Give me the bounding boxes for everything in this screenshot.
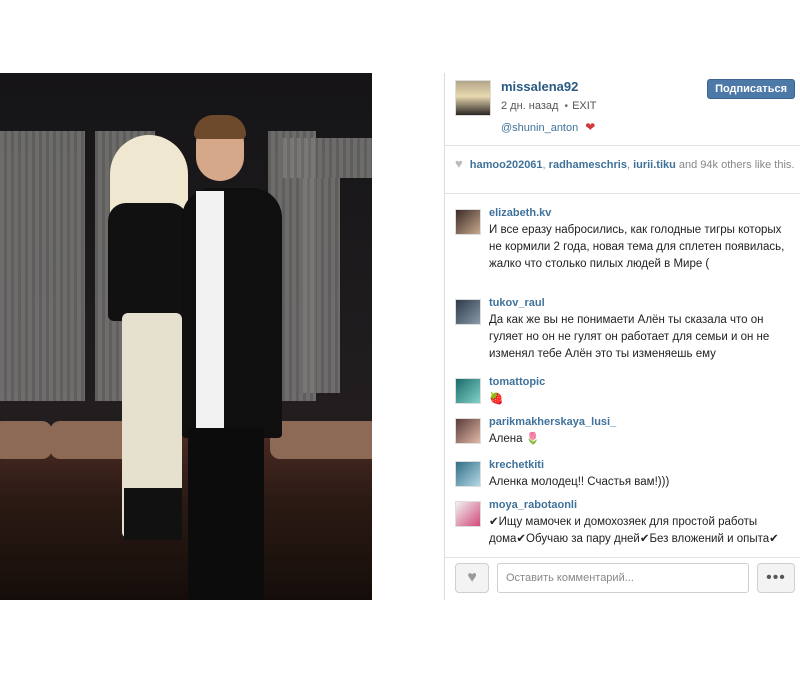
likes-heart-icon: ♥ — [455, 156, 463, 171]
commenter-avatar[interactable] — [455, 378, 481, 404]
commenter-avatar[interactable] — [455, 299, 481, 325]
commenter-username[interactable]: parikmakherskaya_lusi_ — [489, 416, 616, 428]
comment-text: Алена 🌷 — [489, 433, 541, 445]
likes-summary: ♥ hamoo202061, radhameschris, iurii.tiku… — [455, 157, 795, 172]
comment-text: ✔Ищу мамочек и домохозяек для простой ра… — [489, 516, 779, 545]
location-pin-icon: • — [564, 101, 569, 112]
comment-text: Да как же вы не понимаети Алён ты сказал… — [489, 314, 770, 360]
commenter-username[interactable]: moya_rabotaonli — [489, 499, 577, 511]
commenter-username[interactable]: elizabeth.kv — [489, 207, 551, 219]
commenter-username[interactable]: krechetkiti — [489, 459, 544, 471]
follow-button[interactable]: Подписаться — [707, 79, 795, 99]
comment-text: 🍓 — [489, 393, 504, 405]
exit-sign-letter — [0, 131, 85, 401]
like-button[interactable]: ♥ — [455, 563, 489, 593]
post-meta: 2 дн. назад • EXIT — [501, 100, 597, 112]
commenter-avatar[interactable] — [455, 461, 481, 487]
divider — [445, 557, 800, 558]
man-shirt — [196, 191, 224, 431]
comment-text: И все еразу набросились, как голодные ти… — [489, 224, 785, 270]
comment-input[interactable] — [497, 563, 749, 593]
cushion — [0, 421, 52, 459]
cushion — [270, 421, 372, 459]
post-time: 2 дн. назад — [501, 100, 559, 112]
divider — [445, 145, 800, 146]
likes-count-text: and 94k others like this. — [675, 159, 795, 171]
commenter-avatar[interactable] — [455, 501, 481, 527]
liker-link[interactable]: iurii.tiku — [633, 159, 676, 171]
woman-top — [108, 203, 188, 321]
post-header: missalena92 2 дн. назад • EXIT @shunin_a… — [445, 73, 800, 143]
tagged-user-link[interactable]: @shunin_anton — [501, 122, 578, 134]
post-photo[interactable] — [0, 73, 372, 600]
commenter-username[interactable]: tomattopic — [489, 376, 545, 388]
avatar[interactable] — [455, 80, 491, 116]
more-options-button[interactable]: ••• — [757, 563, 795, 593]
man-hair — [194, 115, 246, 139]
comments-list[interactable]: elizabeth.kv И все еразу набросились, ка… — [445, 201, 800, 559]
liker-link[interactable]: hamoo202061 — [470, 159, 543, 171]
heart-icon: ♥ — [467, 569, 477, 586]
commenter-avatar[interactable] — [455, 209, 481, 235]
comment-bar: ♥ ••• — [445, 561, 800, 600]
post-location[interactable]: EXIT — [572, 100, 596, 112]
divider — [445, 193, 800, 194]
post-caption: @shunin_anton ❤ — [501, 120, 595, 134]
man-legs — [188, 428, 264, 600]
woman-boots — [124, 488, 182, 540]
exit-sign-letter — [300, 178, 340, 393]
liker-link[interactable]: radhameschris — [549, 159, 627, 171]
commenter-avatar[interactable] — [455, 418, 481, 444]
commenter-username[interactable]: tukov_raul — [489, 297, 545, 309]
post-username[interactable]: missalena92 — [501, 79, 578, 94]
heart-emoji-icon: ❤ — [585, 120, 596, 134]
post-panel: missalena92 2 дн. назад • EXIT @shunin_a… — [444, 73, 800, 600]
comment-text: Аленка молодец!! Счастья вам!))) — [489, 476, 670, 488]
exit-sign-letter — [280, 138, 372, 178]
